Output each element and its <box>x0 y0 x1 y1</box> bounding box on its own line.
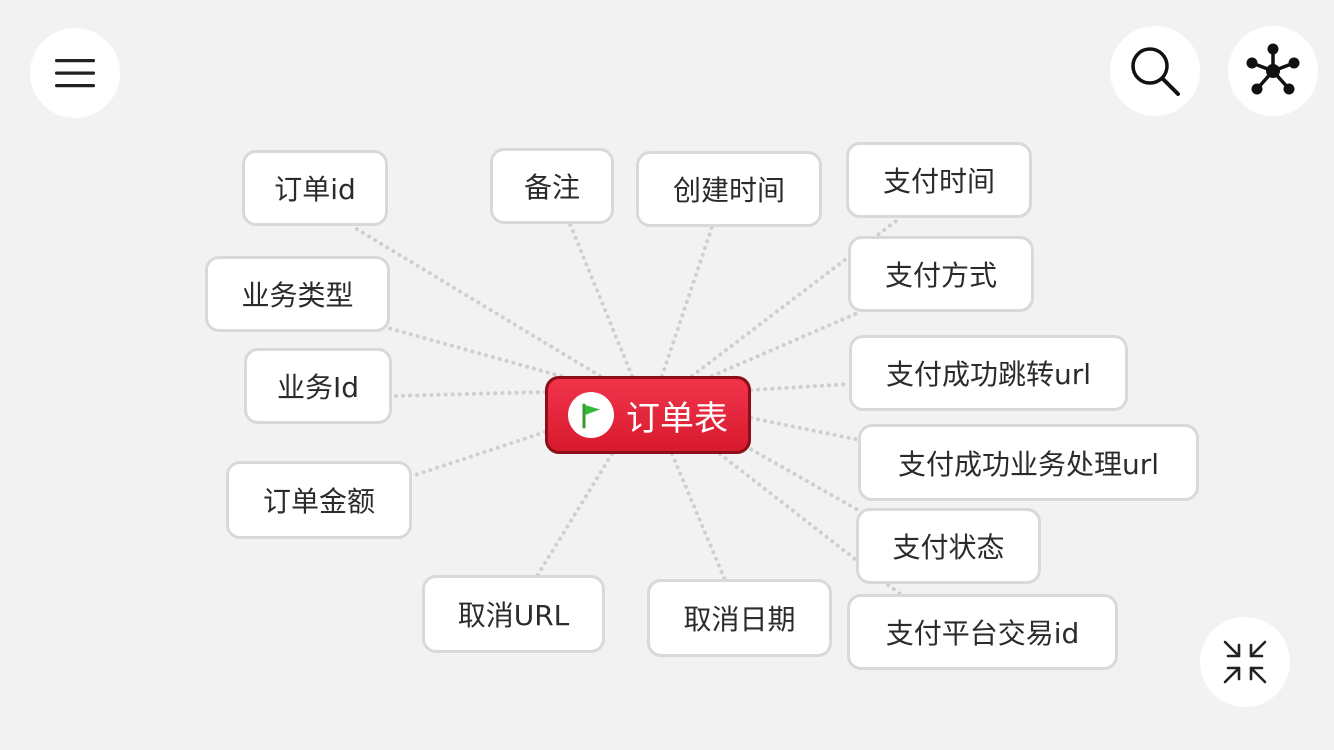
connector-n4 <box>410 430 547 478</box>
connector-n5 <box>568 222 634 378</box>
node-pay-method[interactable]: 支付方式 <box>848 236 1034 312</box>
connector-n13 <box>743 444 860 512</box>
mindmap-structure-icon <box>1246 43 1300 95</box>
connector-n7 <box>535 452 614 578</box>
search-button[interactable] <box>1110 26 1200 116</box>
node-business-id[interactable]: 业务Id <box>244 348 392 424</box>
green-flag-icon <box>568 392 614 438</box>
node-order-id[interactable]: 订单id <box>242 150 388 226</box>
mindmap-canvas[interactable]: 订单id 业务类型 业务Id 订单金额 备注 创建时间 取消URL 取消日期 支… <box>0 0 1334 750</box>
node-order-amount[interactable]: 订单金额 <box>226 461 412 539</box>
connector-n6 <box>660 225 714 378</box>
menu-button[interactable] <box>30 28 120 118</box>
root-node-label: 订单表 <box>626 398 728 439</box>
node-remark[interactable]: 备注 <box>490 148 614 224</box>
node-create-time[interactable]: 创建时间 <box>636 151 822 227</box>
search-icon <box>1131 47 1180 96</box>
connector-n11 <box>749 382 852 392</box>
connector-n3 <box>390 390 547 398</box>
hamburger-menu-icon <box>55 59 95 88</box>
structure-button[interactable] <box>1228 26 1318 116</box>
node-pay-status[interactable]: 支付状态 <box>856 508 1041 584</box>
node-business-type[interactable]: 业务类型 <box>205 256 390 332</box>
connector-n8 <box>670 452 727 582</box>
connector-n12 <box>749 416 862 442</box>
node-pay-platform-trade-id[interactable]: 支付平台交易id <box>847 594 1118 670</box>
connector-n10 <box>710 310 862 378</box>
node-cancel-date[interactable]: 取消日期 <box>647 579 832 657</box>
collapse-arrows-icon <box>1223 640 1267 684</box>
node-pay-time[interactable]: 支付时间 <box>846 142 1032 218</box>
node-pay-success-callback-url[interactable]: 支付成功业务处理url <box>858 424 1199 501</box>
node-pay-success-redirect-url[interactable]: 支付成功跳转url <box>849 335 1128 411</box>
collapse-button[interactable] <box>1200 617 1290 707</box>
connector-n2 <box>386 326 577 382</box>
node-cancel-url[interactable]: 取消URL <box>422 575 605 653</box>
root-node[interactable]: 订单表 <box>545 376 751 454</box>
